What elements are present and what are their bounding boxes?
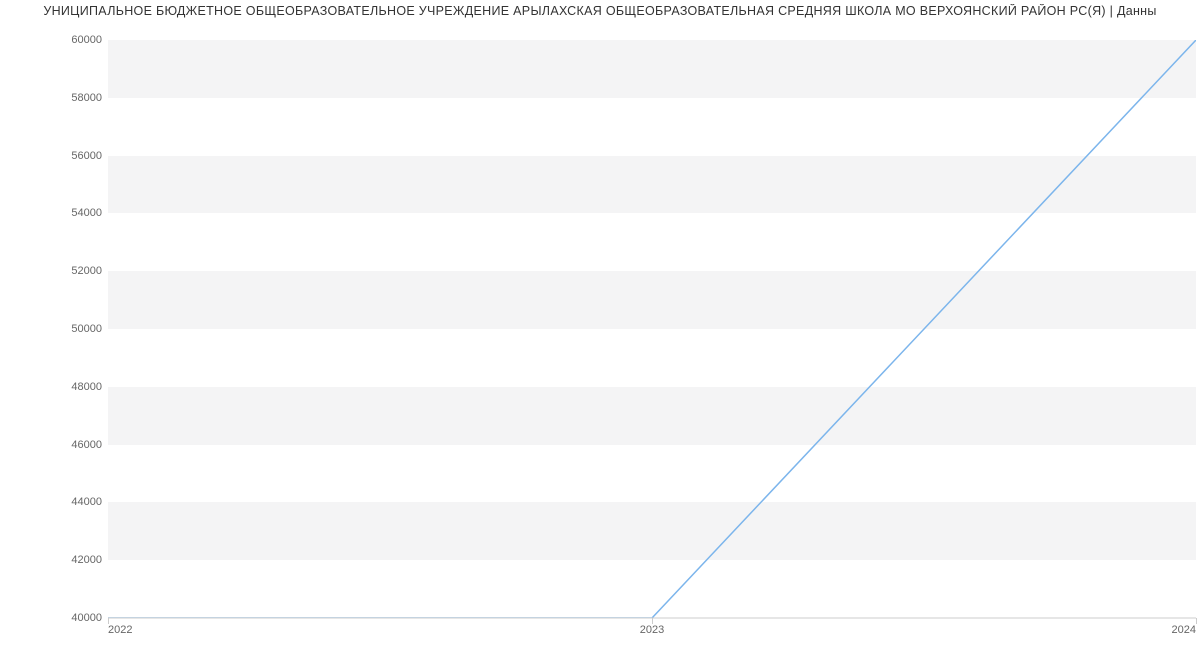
y-tick-label: 50000: [12, 323, 102, 335]
chart-title: УНИЦИПАЛЬНОЕ БЮДЖЕТНОЕ ОБЩЕОБРАЗОВАТЕЛЬН…: [0, 4, 1200, 18]
grid-band: [108, 271, 1196, 329]
x-tick-label: 2023: [640, 624, 664, 636]
y-tick-label: 58000: [12, 92, 102, 104]
line-chart: УНИЦИПАЛЬНОЕ БЮДЖЕТНОЕ ОБЩЕОБРАЗОВАТЕЛЬН…: [0, 0, 1200, 650]
x-tick-label: 2022: [108, 624, 132, 636]
x-tick-label: 2024: [1172, 624, 1196, 636]
y-tick-label: 56000: [12, 150, 102, 162]
y-tick-label: 40000: [12, 612, 102, 624]
y-tick-label: 48000: [12, 381, 102, 393]
y-tick-label: 46000: [12, 439, 102, 451]
y-tick-label: 44000: [12, 496, 102, 508]
y-tick-label: 42000: [12, 554, 102, 566]
grid-band: [108, 502, 1196, 560]
grid-band: [108, 40, 1196, 98]
y-tick-label: 52000: [12, 265, 102, 277]
y-tick-label: 54000: [12, 207, 102, 219]
grid-band: [108, 156, 1196, 214]
plot-area: [108, 40, 1196, 618]
grid-band: [108, 387, 1196, 445]
y-tick-label: 60000: [12, 34, 102, 46]
x-tick-mark: [1196, 618, 1197, 624]
